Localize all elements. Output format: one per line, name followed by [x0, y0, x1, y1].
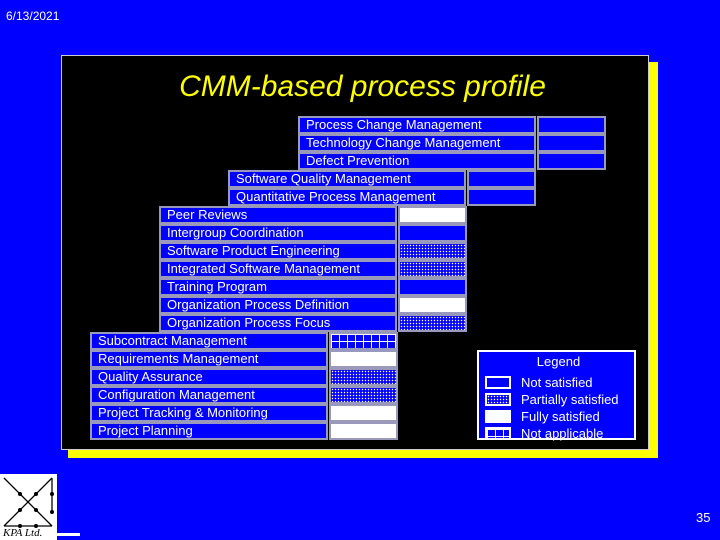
legend-label: Fully satisfied	[521, 409, 600, 424]
kpa-label: Defect Prevention	[298, 152, 536, 170]
kpa-row: Software Quality Management	[228, 170, 536, 188]
slide-date: 6/13/2021	[6, 9, 60, 23]
fully-satisfied-swatch	[485, 410, 511, 423]
kpa-status-not	[537, 134, 606, 152]
kpa-label: Project Planning	[90, 422, 328, 440]
legend-label: Partially satisfied	[521, 392, 619, 407]
legend-label: Not satisfied	[521, 375, 593, 390]
kpa-logo: KPA Ltd.	[0, 474, 57, 540]
kpa-row: Software Product Engineering	[159, 242, 467, 260]
kpa-row: Defect Prevention	[298, 152, 606, 170]
kpa-row: Peer Reviews	[159, 206, 467, 224]
kpa-label: Software Product Engineering	[159, 242, 397, 260]
kpa-row: Technology Change Management	[298, 134, 606, 152]
partially-satisfied-swatch	[485, 393, 511, 406]
kpa-status-na	[329, 332, 398, 350]
kpa-row: Project Tracking & Monitoring	[90, 404, 398, 422]
kpa-label: Project Tracking & Monitoring	[90, 404, 328, 422]
kpa-label: Integrated Software Management	[159, 260, 397, 278]
kpa-status-partial	[398, 242, 467, 260]
kpa-label: Requirements Management	[90, 350, 328, 368]
kpa-row: Organization Process Focus	[159, 314, 467, 332]
kpa-label: Quality Assurance	[90, 368, 328, 386]
kpa-row: Integrated Software Management	[159, 260, 467, 278]
legend-item-not-satisfied: Not satisfied	[485, 374, 593, 391]
kpa-row: Quantitative Process Management	[228, 188, 536, 206]
kpa-row: Process Change Management	[298, 116, 606, 134]
kpa-status-not	[467, 188, 536, 206]
kpa-label: Software Quality Management	[228, 170, 466, 188]
kpa-status-not	[398, 278, 467, 296]
kpa-label: Intergroup Coordination	[159, 224, 397, 242]
kpa-label: Process Change Management	[298, 116, 536, 134]
kpa-row: Requirements Management	[90, 350, 398, 368]
kpa-row: Intergroup Coordination	[159, 224, 467, 242]
not-satisfied-swatch	[485, 376, 511, 389]
kpa-status-full	[329, 404, 398, 422]
kpa-status-partial	[329, 386, 398, 404]
legend-label: Not applicable	[521, 426, 604, 441]
kpa-status-full	[329, 350, 398, 368]
kpa-status-not	[537, 116, 606, 134]
logo-text: KPA Ltd.	[3, 527, 43, 539]
triangle-logo-icon	[3, 477, 54, 528]
logo-underline	[57, 533, 80, 536]
kpa-row: Configuration Management	[90, 386, 398, 404]
not-applicable-swatch	[485, 427, 511, 440]
legend: Legend Not satisfied Partially satisfied…	[477, 350, 636, 442]
legend-item-partially-satisfied: Partially satisfied	[485, 391, 619, 408]
kpa-label: Organization Process Definition	[159, 296, 397, 314]
kpa-row: Organization Process Definition	[159, 296, 467, 314]
kpa-status-partial	[329, 368, 398, 386]
kpa-status-not	[467, 170, 536, 188]
kpa-status-full	[329, 422, 398, 440]
kpa-row: Quality Assurance	[90, 368, 398, 386]
kpa-status-partial	[398, 260, 467, 278]
kpa-label: Configuration Management	[90, 386, 328, 404]
kpa-status-full	[398, 296, 467, 314]
page-number: 35	[696, 510, 711, 525]
kpa-row: Project Planning	[90, 422, 398, 440]
kpa-label: Subcontract Management	[90, 332, 328, 350]
kpa-label: Quantitative Process Management	[228, 188, 466, 206]
legend-title: Legend	[536, 354, 581, 369]
kpa-row: Training Program	[159, 278, 467, 296]
kpa-status-not	[537, 152, 606, 170]
kpa-label: Peer Reviews	[159, 206, 397, 224]
kpa-status-not	[398, 224, 467, 242]
legend-item-not-applicable: Not applicable	[485, 425, 603, 442]
kpa-label: Technology Change Management	[298, 134, 536, 152]
slide-title: CMM-based process profile	[179, 70, 546, 103]
kpa-label: Organization Process Focus	[159, 314, 397, 332]
kpa-status-full	[398, 206, 467, 224]
kpa-label: Training Program	[159, 278, 397, 296]
kpa-row: Subcontract Management	[90, 332, 398, 350]
kpa-status-partial	[398, 314, 467, 332]
legend-item-fully-satisfied: Fully satisfied	[485, 408, 600, 425]
